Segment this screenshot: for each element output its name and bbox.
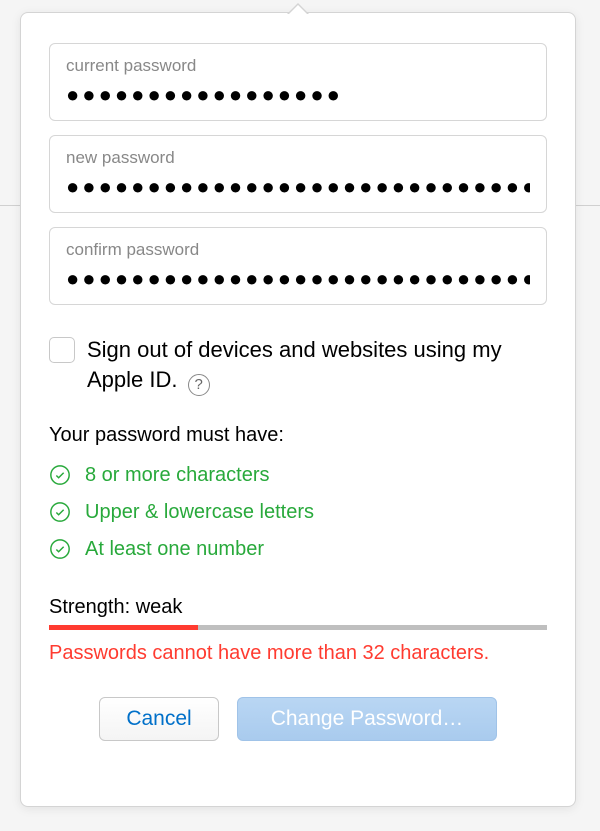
cancel-button[interactable]: Cancel [99,697,219,741]
requirement-item: Upper & lowercase letters [49,494,547,531]
strength-fill [49,625,198,630]
confirm-password-label: confirm password [66,240,530,260]
change-password-popover: current password ●●●●●●●●●●●●●●●●● new p… [20,12,576,807]
signout-label: Sign out of devices and websites using m… [87,335,547,396]
current-password-field[interactable]: current password ●●●●●●●●●●●●●●●●● [49,43,547,121]
requirement-item: At least one number [49,531,547,568]
button-row: Cancel Change Password… [49,697,547,741]
current-password-label: current password [66,56,530,76]
check-circle-icon [49,464,71,486]
requirements-list: 8 or more characters Upper & lowercase l… [49,457,547,568]
requirement-item: 8 or more characters [49,457,547,494]
new-password-label: new password [66,148,530,168]
help-icon[interactable]: ? [188,374,210,396]
check-circle-icon [49,501,71,523]
signout-checkbox[interactable] [49,337,75,363]
confirm-password-value: ●●●●●●●●●●●●●●●●●●●●●●●●●●●●●●●●●●● [66,268,530,290]
new-password-field[interactable]: new password ●●●●●●●●●●●●●●●●●●●●●●●●●●●… [49,135,547,213]
change-password-button[interactable]: Change Password… [237,697,497,741]
strength-bar [49,625,547,630]
error-message: Passwords cannot have more than 32 chara… [49,642,547,665]
strength-label: Strength: weak [49,596,547,619]
signout-row: Sign out of devices and websites using m… [49,335,547,396]
requirements-title: Your password must have: [49,424,547,447]
confirm-password-field[interactable]: confirm password ●●●●●●●●●●●●●●●●●●●●●●●… [49,227,547,305]
current-password-value: ●●●●●●●●●●●●●●●●● [66,84,530,106]
check-circle-icon [49,538,71,560]
new-password-value: ●●●●●●●●●●●●●●●●●●●●●●●●●●●●●●●●●●● [66,176,530,198]
